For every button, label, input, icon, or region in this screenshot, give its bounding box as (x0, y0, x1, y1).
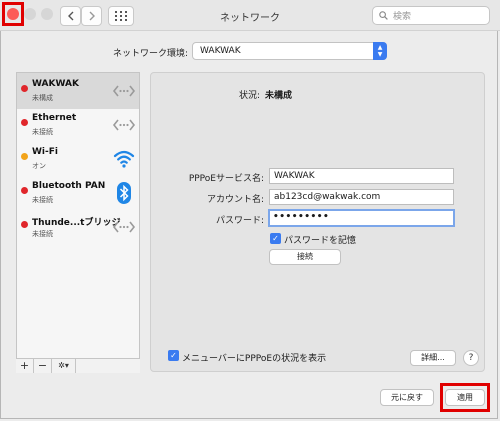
location-select[interactable]: WAKWAK ▲ ▼ (192, 42, 387, 60)
show-pppoe-status-checkbox[interactable]: ✓ (168, 350, 179, 361)
search-field[interactable]: 検索 (372, 6, 490, 25)
thunderbolt-bridge-icon (112, 221, 136, 233)
wifi-icon (113, 150, 135, 168)
action-menu-button[interactable]: ✲▾ (52, 359, 76, 373)
remember-password-label: パスワードを記憶 (284, 236, 357, 246)
connect-button[interactable]: 接続 (269, 249, 341, 265)
service-status: 未接続 (32, 230, 53, 238)
updown-arrow-icon: ▲ ▼ (373, 42, 387, 60)
service-name: WAKWAK (32, 79, 79, 89)
status-dot (21, 153, 28, 160)
account-name-field[interactable]: ab123cd@wakwak.com (269, 189, 454, 205)
search-placeholder: 検索 (393, 12, 412, 22)
bluetooth-icon (117, 182, 131, 204)
password-field[interactable]: ••••••••• (268, 209, 455, 227)
service-item-bluetooth-pan[interactable]: Bluetooth PAN 未接続 (17, 175, 139, 211)
pppoe-service-label: PPPoEサービス名: (188, 174, 264, 184)
status-label: 状況: (238, 91, 260, 101)
show-pppoe-status-label: メニューバーにPPPoEの状況を表示 (182, 354, 327, 364)
service-item-thunderbolt-bridge[interactable]: Thunde...tブリッジ 未接続 (17, 209, 139, 245)
status-dot (21, 85, 28, 92)
service-list-controls: + − ✲▾ (16, 358, 140, 373)
service-name: Bluetooth PAN (32, 181, 106, 191)
status-dot (21, 119, 28, 126)
service-status: 未構成 (32, 94, 53, 102)
status-value: 未構成 (265, 91, 293, 101)
ppp-icon (112, 85, 136, 97)
location-label: ネットワーク環境: (112, 49, 188, 59)
remember-password-checkbox[interactable]: ✓ (270, 233, 281, 244)
remove-service-button[interactable]: − (34, 359, 52, 373)
advanced-button[interactable]: 詳細... (410, 350, 456, 366)
service-item-wifi[interactable]: Wi-Fi オン (17, 141, 139, 177)
service-status: 未接続 (32, 128, 53, 136)
add-service-button[interactable]: + (16, 359, 34, 373)
service-name: Wi-Fi (32, 147, 58, 157)
service-name: Ethernet (32, 113, 77, 123)
service-status: 未接続 (32, 196, 53, 204)
service-item-ethernet[interactable]: Ethernet 未接続 (17, 107, 139, 143)
account-name-label: アカウント名: (206, 195, 264, 205)
service-item-wakwak[interactable]: WAKWAK 未構成 (17, 73, 139, 109)
status-dot (21, 187, 28, 194)
help-button[interactable]: ? (463, 350, 479, 366)
revert-button[interactable]: 元に戻す (380, 389, 434, 406)
service-status: オン (32, 162, 46, 170)
service-name: Thunde...tブリッジ (32, 218, 121, 228)
ethernet-icon (112, 119, 136, 131)
search-icon (379, 11, 388, 20)
password-label: パスワード: (215, 216, 264, 226)
status-dot (21, 221, 28, 228)
apply-button[interactable]: 適用 (445, 389, 485, 406)
location-value: WAKWAK (200, 46, 241, 56)
pppoe-service-field[interactable]: WAKWAK (269, 168, 454, 184)
